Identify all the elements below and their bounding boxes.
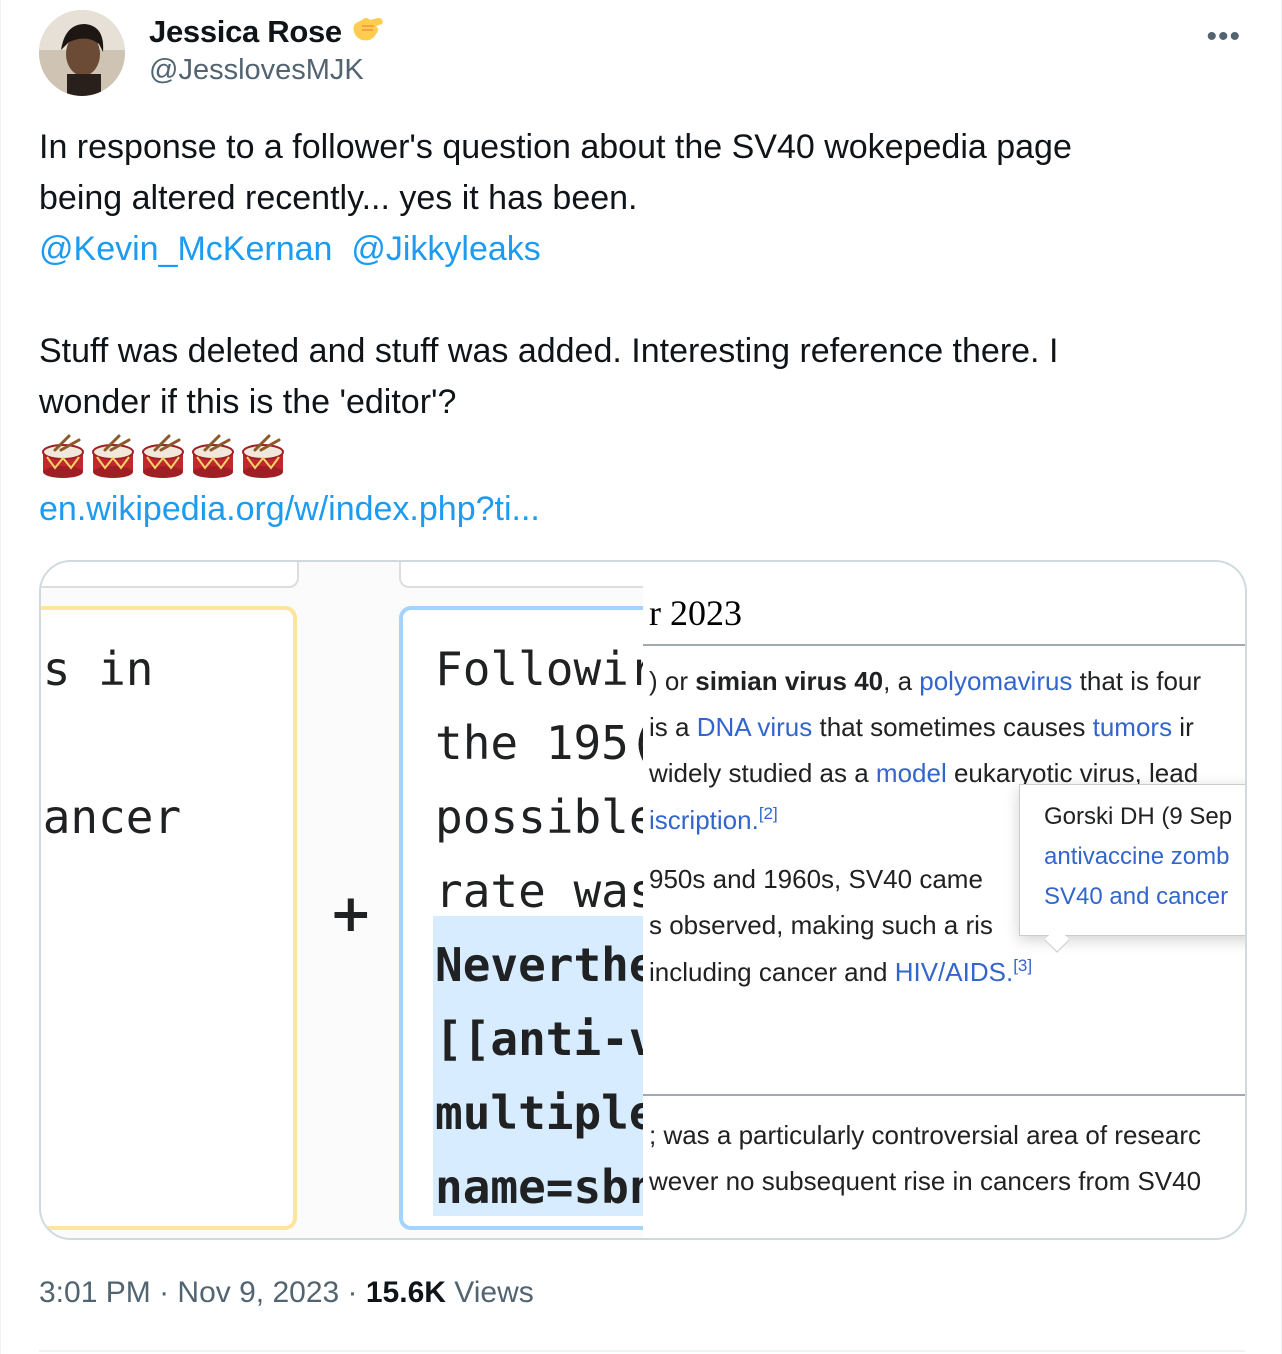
tooltip-arrow: [1044, 927, 1070, 953]
wiki-text: that sometimes causes: [812, 712, 1093, 742]
diff-column-header: [41, 562, 299, 588]
tweet-image[interactable]: es in a cancer + Followir the 195( possi…: [39, 560, 1247, 1240]
wiki-text-line: is a DNA virus that sometimes causes tum…: [649, 712, 1194, 743]
wiki-section-heading: r 2023: [649, 593, 742, 633]
tweet-meta: 3:01 PM · Nov 9, 2023 · 15.6K Views: [39, 1276, 534, 1309]
diff-added-line: [[anti-v: [435, 1012, 657, 1066]
wiki-text-line: including cancer and HIV/AIDS.[3]: [649, 956, 1032, 988]
wiki-diff-panel: es in a cancer + Followir the 195( possi…: [41, 562, 693, 1238]
drum-emoji-row: [39, 432, 287, 480]
divider: [39, 1350, 1245, 1352]
drum-icon: [242, 434, 284, 478]
more-options-icon[interactable]: •••: [1206, 20, 1241, 54]
mention-link[interactable]: @Jikkyleaks: [351, 230, 540, 268]
diff-old-line: es in: [41, 642, 154, 696]
drum-icon: [42, 434, 84, 478]
tweet-text-line: In response to a follower's question abo…: [39, 128, 1072, 166]
wiki-link: HIV/AIDS.: [894, 957, 1014, 987]
wiki-article-panel: r 2023 ) or simian virus 40, a polyomavi…: [643, 562, 1245, 1238]
diff-old-line: a: [41, 706, 43, 780]
wiki-text-line: iscription.[2]: [649, 804, 778, 836]
diff-new-line: rate was: [435, 864, 657, 918]
reference-tooltip: Gorski DH (9 Sep antivaccine zomb SV40 a…: [1019, 784, 1245, 953]
wiki-link: tumors: [1092, 712, 1173, 742]
diff-added-line: name=sbn: [435, 1160, 657, 1214]
tooltip-link: antivaccine zomb: [1044, 843, 1230, 870]
author-name[interactable]: Jessica Rose: [149, 12, 386, 50]
wiki-text: is a: [649, 712, 697, 742]
wiki-link: model: [875, 758, 947, 788]
wiki-text-line: 950s and 1960s, SV40 came: [649, 864, 983, 894]
diff-new-line: the 195(: [435, 716, 657, 770]
diff-added-line: multiple: [435, 1086, 657, 1140]
diff-removed-box: es in a cancer: [41, 606, 297, 1230]
call-me-hand-icon: [353, 18, 383, 41]
wiki-citation: [3]: [1013, 956, 1033, 975]
diff-old-line: cancer: [41, 790, 182, 844]
drum-icon: [142, 434, 184, 478]
wiki-link: polyomavirus: [919, 666, 1073, 696]
mention-link[interactable]: @Kevin_McKernan: [39, 230, 332, 268]
mentions-line: @Kevin_McKernan @Jikkyleaks: [39, 224, 1239, 275]
wiki-text: that is four: [1072, 666, 1202, 696]
divider: [643, 644, 1245, 646]
tweet-text-line: Stuff was deleted and stuff was added. I…: [39, 332, 1059, 370]
drum-icon: [92, 434, 134, 478]
wiki-bold-text: simian virus 40: [695, 666, 884, 696]
tweet-text-line: being altered recently... yes it has bee…: [39, 179, 638, 217]
tooltip-text: Gorski DH (9 Sep: [1044, 803, 1233, 830]
tweet: Jessica Rose @JesslovesMJK ••• In respon…: [0, 0, 1282, 1354]
drum-icon: [192, 434, 234, 478]
author-name-text: Jessica Rose: [149, 14, 342, 49]
tweet-url-line: en.wikipedia.org/w/index.php?ti...: [39, 484, 1239, 535]
tweet-date[interactable]: Nov 9, 2023: [177, 1276, 339, 1309]
wiki-text: ) or: [649, 666, 696, 696]
tweet-time[interactable]: 3:01 PM: [39, 1276, 151, 1309]
author-handle[interactable]: @JesslovesMJK: [149, 54, 364, 87]
views-label: Views: [454, 1276, 534, 1309]
views-count: 15.6K: [365, 1276, 446, 1309]
wiki-text: including cancer and: [649, 957, 895, 987]
wiki-text: widely studied as a: [649, 758, 876, 788]
diff-column-header: [399, 562, 659, 588]
wiki-link: iscription.: [649, 805, 759, 835]
wiki-text-line: s observed, making such a ris: [649, 910, 993, 940]
diff-added-box: Followir the 195( possible rate was Neve…: [399, 606, 693, 1230]
diff-plus-sign: +: [329, 884, 373, 944]
diff-added-line: Neverthe: [435, 938, 657, 992]
wiki-text: , a: [883, 666, 920, 696]
wiki-citation: [2]: [758, 804, 778, 823]
tweet-text-line: wonder if this is the 'editor'?: [39, 383, 457, 421]
divider: [643, 1094, 1245, 1096]
tooltip-link: SV40 and cancer: [1044, 883, 1229, 910]
wiki-text-line: ; was a particularly controversial area …: [649, 1120, 1202, 1150]
wiki-text: ir: [1172, 712, 1194, 742]
avatar-image: [39, 10, 125, 96]
avatar[interactable]: [39, 10, 125, 96]
diff-new-line: possible: [435, 790, 657, 844]
tweet-url-link[interactable]: en.wikipedia.org/w/index.php?ti...: [39, 490, 540, 528]
wiki-link: DNA virus: [696, 712, 813, 742]
wiki-text-line: wever no subsequent rise in cancers from…: [649, 1166, 1202, 1196]
diff-new-line: Followir: [435, 642, 657, 696]
wiki-text-line: ) or simian virus 40, a polyomavirus tha…: [649, 666, 1201, 697]
